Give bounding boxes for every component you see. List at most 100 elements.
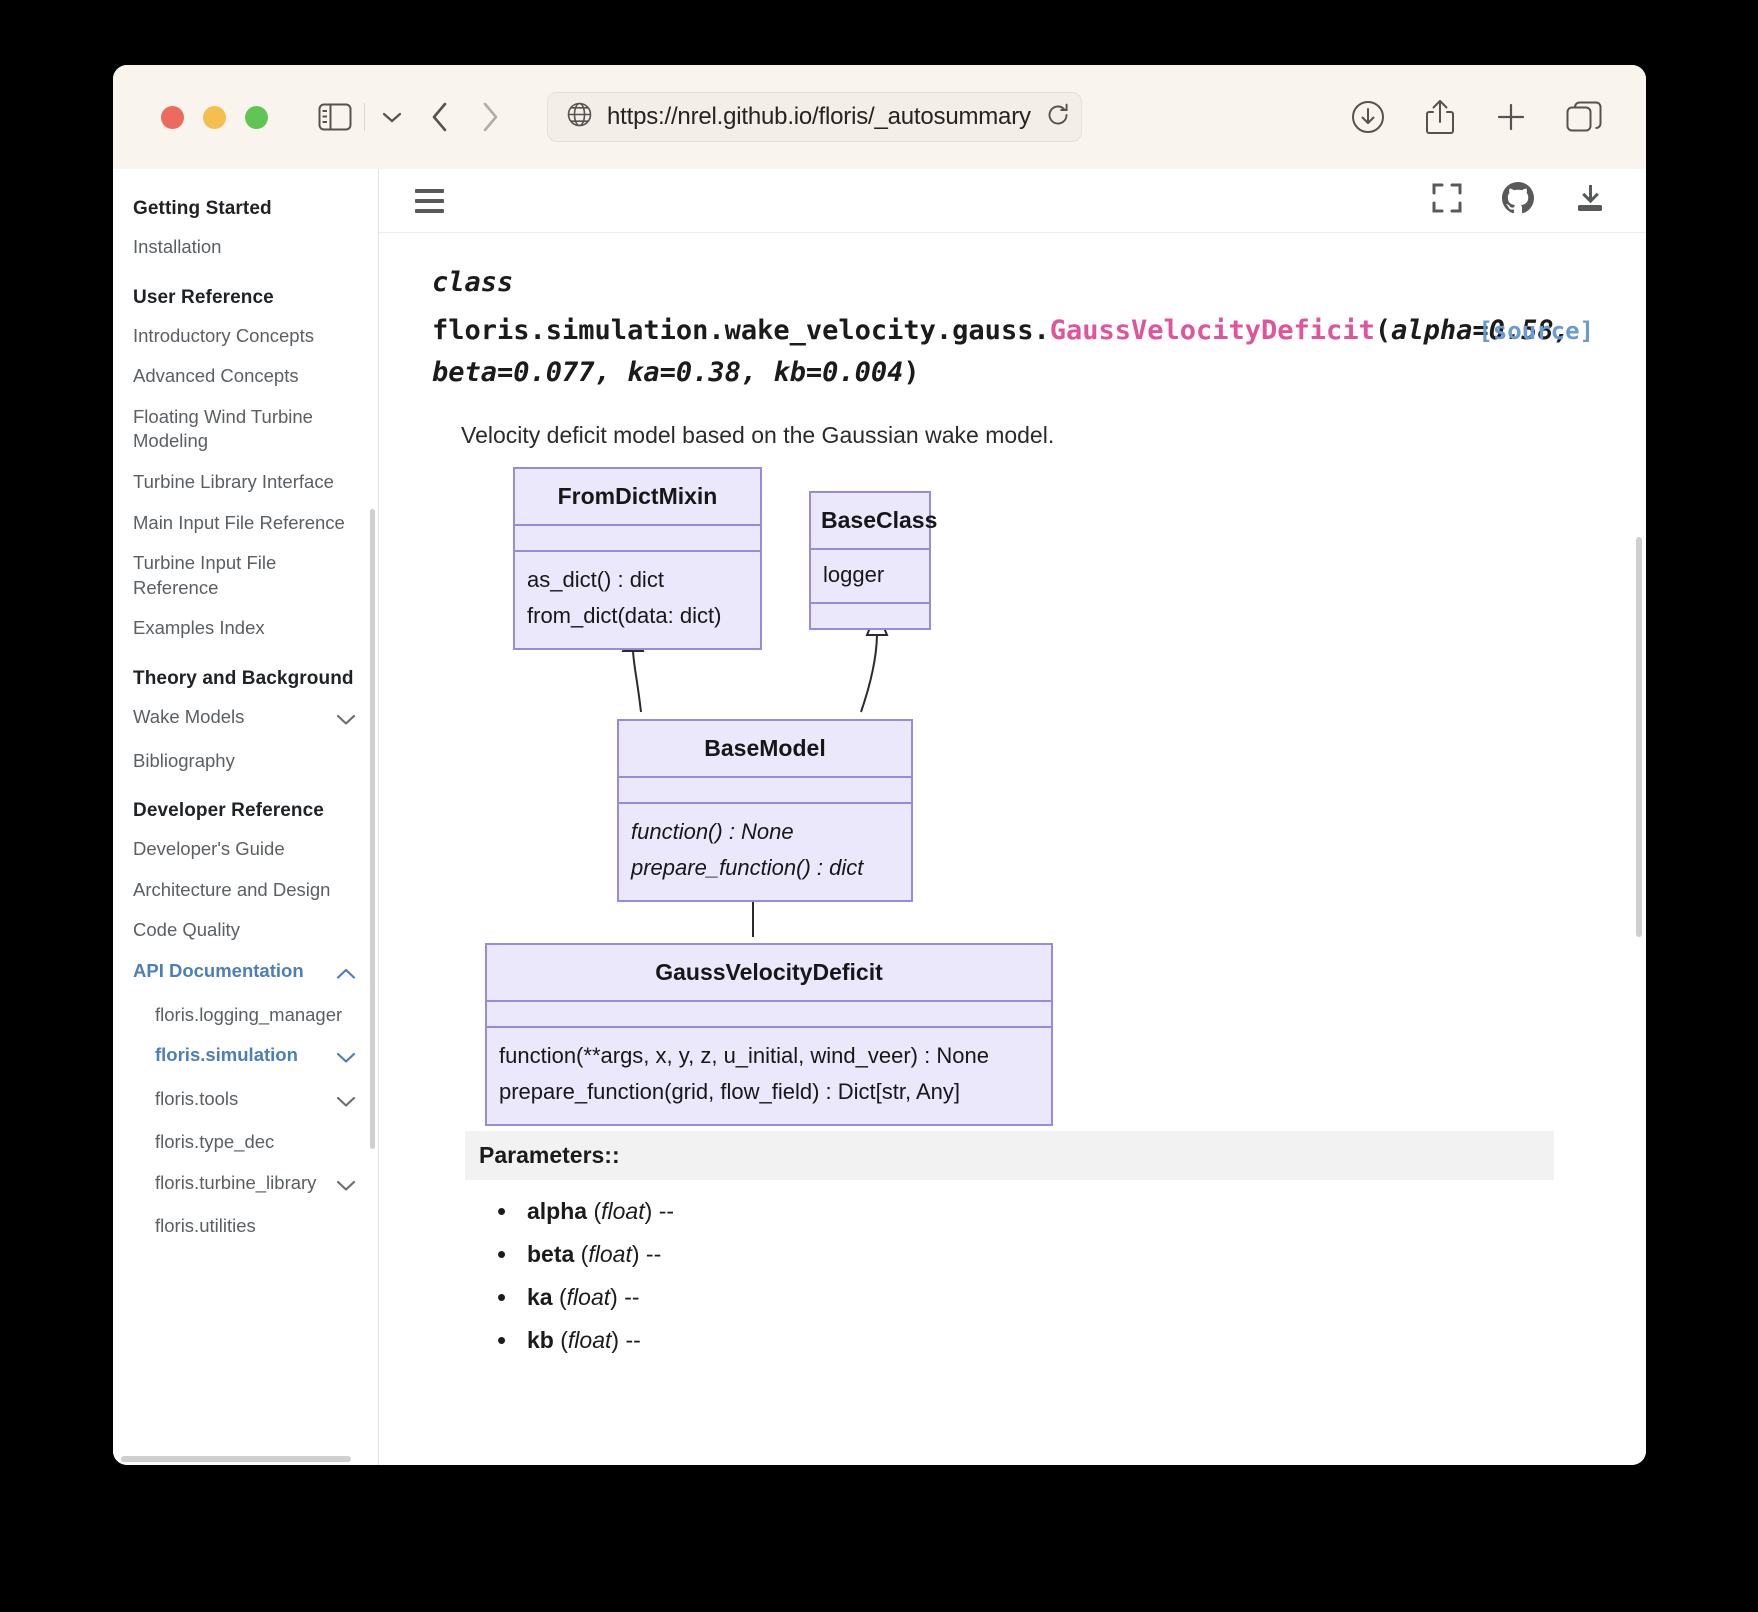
chevron-down-icon[interactable] xyxy=(336,1090,356,1115)
sidebar-item-introductory-concepts[interactable]: Introductory Concepts xyxy=(125,316,364,357)
sidebar-item-api-documentation[interactable]: API Documentation xyxy=(125,951,364,995)
sidebar-item-installation[interactable]: Installation xyxy=(125,227,364,268)
chevron-up-icon[interactable] xyxy=(336,962,356,987)
chevron-down-icon[interactable] xyxy=(381,110,403,124)
docs-content: class floris.simulation.wake_velocity.ga… xyxy=(379,169,1646,1465)
parameter-item: alpha (float) -- xyxy=(465,1190,1554,1233)
parameter-description: -- xyxy=(625,1326,641,1353)
chevron-down-icon[interactable] xyxy=(336,1046,356,1071)
sidebar-item-main-input-file-reference[interactable]: Main Input File Reference xyxy=(125,503,364,544)
traffic-lights xyxy=(161,105,268,129)
uml-class-diagram: FromDictMixin as_dict() : dict from_dict… xyxy=(421,466,1596,1127)
sidebar-item-floating-wind-turbine-modeling[interactable]: Floating Wind Turbine Modeling xyxy=(125,397,364,462)
uml-class-title: BaseClass xyxy=(811,493,937,550)
signature-line-1: floris.simulation.wake_velocity.gauss.Ga… xyxy=(432,310,1596,352)
uml-method: function(**args, x, y, z, u_initial, win… xyxy=(499,1042,989,1068)
tab-overview-icon[interactable] xyxy=(1566,101,1602,133)
sidebar-toggle-icon[interactable] xyxy=(318,103,352,131)
sidebar-item-label: Main Input File Reference xyxy=(133,511,345,533)
sidebar-item-label: Architecture and Design xyxy=(133,878,331,900)
parameter-item: ka (float) -- xyxy=(465,1276,1554,1319)
uml-method: function() : None xyxy=(631,818,794,844)
sidebar-item-floris-turbine-library[interactable]: floris.turbine_library xyxy=(125,1163,364,1207)
parameter-type: float xyxy=(566,1283,611,1310)
uml-class-attributes: logger xyxy=(811,550,929,604)
uml-class-methods: function() : None prepare_function() : d… xyxy=(619,804,911,901)
fullscreen-icon[interactable] xyxy=(1432,183,1462,218)
sidebar-item-turbine-library-interface[interactable]: Turbine Library Interface xyxy=(125,462,364,503)
sidebar-item-floris-type-dec[interactable]: floris.type_dec xyxy=(125,1122,364,1163)
globe-icon xyxy=(566,101,593,133)
parameter-name: kb xyxy=(527,1326,554,1353)
sidebar-item-bibliography[interactable]: Bibliography xyxy=(125,741,364,782)
docs-sidebar[interactable]: Getting Started Installation User Referenc… xyxy=(113,169,379,1465)
sidebar-item-label: floris.type_dec xyxy=(155,1131,275,1153)
uml-class-attributes xyxy=(515,526,760,552)
sidebar-item-wake-models[interactable]: Wake Models xyxy=(125,697,364,741)
sidebar-item-floris-utilities[interactable]: floris.utilities xyxy=(125,1206,364,1247)
sidebar-vertical-scrollbar[interactable] xyxy=(370,509,375,1149)
sidebar-item-label: Turbine Library Interface xyxy=(133,470,334,492)
uml-class-methods: function(**args, x, y, z, u_initial, win… xyxy=(487,1028,1051,1125)
content-toolbar-actions xyxy=(1432,182,1606,219)
uml-class-methods xyxy=(811,604,929,628)
sidebar-item-developer-s-guide[interactable]: Developer's Guide xyxy=(125,829,364,870)
uml-method: as_dict() : dict xyxy=(527,566,664,592)
sidebar-item-label: floris.simulation xyxy=(155,1044,298,1066)
close-window-button[interactable] xyxy=(161,105,184,129)
sidebar-item-floris-tools[interactable]: floris.tools xyxy=(125,1079,364,1123)
download-icon[interactable] xyxy=(1574,182,1606,219)
address-bar[interactable]: https://nrel.github.io/floris/_autosumma… xyxy=(547,92,1082,142)
uml-method: prepare_function(grid, flow_field) : Dic… xyxy=(499,1078,960,1104)
chevron-down-icon[interactable] xyxy=(336,708,356,733)
class-signature: class floris.simulation.wake_velocity.ga… xyxy=(421,267,1596,394)
uml-class-title: BaseModel xyxy=(619,721,911,778)
browser-window: https://nrel.github.io/floris/_autosumma… xyxy=(113,65,1646,1465)
browser-toolbar: https://nrel.github.io/floris/_autosumma… xyxy=(113,65,1646,169)
sidebar-item-label: floris.tools xyxy=(155,1087,239,1109)
reload-icon[interactable] xyxy=(1045,102,1071,133)
uml-class-title: FromDictMixin xyxy=(515,469,760,526)
sidebar-item-examples-index[interactable]: Examples Index xyxy=(125,608,364,649)
sidebar-horizontal-scrollbar[interactable] xyxy=(121,1456,351,1462)
sidebar-item-label: Advanced Concepts xyxy=(133,365,299,387)
uml-method: from_dict(data: dict) xyxy=(527,602,722,628)
uml-method: prepare_function() : dict xyxy=(631,854,864,880)
github-icon[interactable] xyxy=(1502,182,1534,219)
page-body: Getting Started Installation User Referenc… xyxy=(113,169,1646,1465)
parameter-type: float xyxy=(567,1326,612,1353)
sidebar-item-code-quality[interactable]: Code Quality xyxy=(125,910,364,951)
chevron-down-icon[interactable] xyxy=(336,1174,356,1199)
minimize-window-button[interactable] xyxy=(203,105,226,129)
back-arrow-icon[interactable] xyxy=(429,100,451,134)
signature-close-paren: ) xyxy=(903,356,920,388)
maximize-window-button[interactable] xyxy=(245,105,268,129)
sidebar-item-label: Code Quality xyxy=(133,919,240,941)
uml-class-gauss-velocity-deficit: GaussVelocityDeficit function(**args, x,… xyxy=(485,942,1053,1127)
class-description: Velocity deficit model based on the Gaus… xyxy=(461,421,1055,448)
sidebar-item-floris-simulation[interactable]: floris.simulation xyxy=(125,1035,364,1079)
parameter-name: alpha xyxy=(527,1197,588,1224)
sidebar-item-label: floris.utilities xyxy=(155,1215,256,1237)
signature-line-2: beta=0.077, ka=0.38, kb=0.004) xyxy=(432,352,1596,394)
uml-class-base-class: BaseClass logger xyxy=(809,490,937,630)
new-tab-icon[interactable] xyxy=(1494,100,1528,134)
sidebar-item-turbine-input-file-reference[interactable]: Turbine Input File Reference xyxy=(125,543,364,608)
signature-open-paren: ( xyxy=(1374,315,1392,346)
url-text: https://nrel.github.io/floris/_autosumma… xyxy=(607,103,1031,130)
downloads-icon[interactable] xyxy=(1350,99,1386,135)
class-name: GaussVelocityDeficit xyxy=(1049,315,1375,346)
forward-arrow-icon[interactable] xyxy=(479,100,501,134)
sidebar-item-label: floris.logging_manager xyxy=(155,1003,343,1025)
sidebar-item-advanced-concepts[interactable]: Advanced Concepts xyxy=(125,356,364,397)
uml-class-attributes xyxy=(619,778,911,804)
share-icon[interactable] xyxy=(1424,98,1456,136)
content-vertical-scrollbar[interactable] xyxy=(1636,537,1642,937)
hamburger-menu-icon[interactable] xyxy=(415,188,444,213)
uml-class-from-dict-mixin: FromDictMixin as_dict() : dict from_dict… xyxy=(513,466,762,651)
source-link[interactable]: [source] xyxy=(1478,317,1594,345)
sidebar-caption: User Reference xyxy=(133,286,274,308)
uml-class-methods: as_dict() : dict from_dict(data: dict) xyxy=(515,552,760,649)
sidebar-item-floris-logging-manager[interactable]: floris.logging_manager xyxy=(125,995,364,1036)
sidebar-item-architecture-and-design[interactable]: Architecture and Design xyxy=(125,870,364,911)
